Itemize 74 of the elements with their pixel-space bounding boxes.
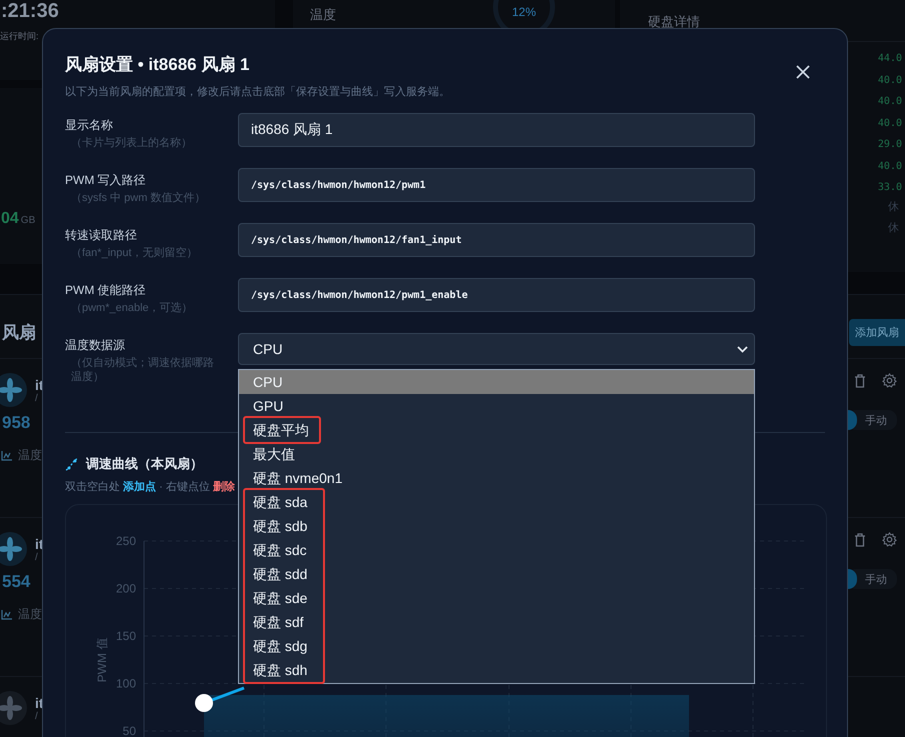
disk-state: 休 [888, 220, 899, 236]
temperature-source-select[interactable]: CPU [238, 333, 755, 365]
path-input[interactable]: /sys/class/hwmon/hwmon12/pwm1 [238, 168, 755, 202]
field-label: 显示名称 [65, 117, 114, 134]
mode-switch[interactable]: 手动 [847, 569, 897, 589]
dropdown-option[interactable]: CPU [239, 370, 754, 394]
field-label: PWM 写入路径 [65, 172, 147, 189]
text-input[interactable]: it8686 风扇 1 [238, 113, 755, 147]
dropdown-option[interactable]: GPU [239, 394, 754, 418]
field-label: PWM 使能路径 [65, 282, 147, 299]
dropdown-option[interactable]: 硬盘 sde [239, 586, 754, 610]
disk-temperature: 40.0 [878, 74, 902, 88]
chevron-icon [737, 346, 748, 352]
dropdown-option[interactable]: 硬盘 sdb [239, 514, 754, 538]
gauge-reading: 12% [512, 5, 536, 19]
chart-icon [1, 450, 13, 460]
disk-temperature: 33.0 [878, 181, 902, 195]
disk-temperature: 40.0 [878, 95, 902, 109]
path-input[interactable]: /sys/class/hwmon/hwmon12/fan1_input [238, 223, 755, 257]
dialog-title: 风扇设置 • it8686 风扇 1 [65, 54, 251, 76]
clock-time: :21:36 [1, 0, 60, 22]
dropdown-option[interactable]: 硬盘 sdh [239, 658, 754, 682]
fan-panel-title: 风扇 [2, 322, 36, 344]
field-hint: （仅自动模式；调速依据哪路温度） [70, 356, 215, 384]
uptime-label: 运行时间: [0, 30, 40, 43]
axis-title: PWM 值 [95, 638, 109, 682]
fan-path: / [35, 392, 39, 404]
dropdown-option[interactable]: 硬盘 sdc [239, 538, 754, 562]
field-hint: （卡片与列表上的名称） [70, 136, 193, 150]
dropdown-option[interactable]: 硬盘 sdd [239, 562, 754, 586]
fan-path: / [35, 710, 39, 722]
curve-title: 调速曲线（本风扇） [86, 455, 203, 473]
memory-unit: GB [20, 215, 36, 226]
dropdown-option[interactable]: 硬盘平均 [239, 418, 754, 442]
field-hint: （fan*_input，无则留空） [70, 246, 199, 260]
temperature-label: 温度 [310, 6, 336, 24]
fan-path: / [35, 552, 39, 562]
curve-icon [65, 458, 78, 470]
disk-temperature: 44.0 [878, 52, 902, 66]
disk-state: 休 [888, 200, 899, 214]
field-hint: （sysfs 中 pwm 数值文件） [70, 191, 206, 205]
field-label: 温度数据源 [65, 337, 126, 354]
dropdown-option[interactable]: 硬盘 sdg [239, 634, 754, 658]
curve-hint: 双击空白处 添加点 · 右键点位 删除 [65, 480, 235, 494]
mode-switch[interactable]: 手动 [847, 410, 897, 430]
temperature-label: 温度 [18, 447, 42, 464]
axis-tick-label: 50 [122, 724, 136, 737]
chart-icon [1, 610, 13, 620]
add-fan-button[interactable]: 添加风扇 [849, 319, 905, 346]
curve-point[interactable] [195, 694, 213, 712]
fan-rpm: 554 [2, 572, 30, 592]
axis-tick-label: 200 [116, 582, 136, 596]
settings-icon[interactable] [882, 373, 897, 388]
dropdown-option[interactable]: 硬盘 nvme0n1 [239, 466, 754, 490]
disk-details-title: 硬盘详情 [648, 13, 701, 31]
settings-icon[interactable] [882, 532, 897, 547]
axis-tick-label: 100 [116, 676, 136, 690]
dialog-subtitle: 以下为当前风扇的配置项，修改后请点击底部「保存设置与曲线」写入服务端。 [65, 84, 450, 99]
fan-rpm: 958 [2, 413, 30, 433]
disk-temperature: 29.0 [878, 138, 902, 152]
trash-icon[interactable] [854, 374, 866, 388]
disk-temperature: 40.0 [878, 116, 902, 130]
field-label: 转速读取路径 [65, 227, 138, 244]
field-hint: （pwm*_enable，可选） [70, 301, 194, 315]
temperature-label: 温度 [18, 606, 42, 623]
dropdown-option[interactable]: 硬盘 sdf [239, 610, 754, 634]
dropdown-option[interactable]: 硬盘 sda [239, 490, 754, 514]
path-input[interactable]: /sys/class/hwmon/hwmon12/pwm1_enable [238, 278, 755, 312]
axis-tick-label: 250 [116, 534, 136, 548]
disk-temperature: 40.0 [878, 160, 902, 174]
memory-value: 04 [1, 210, 19, 228]
axis-tick-label: 150 [116, 629, 136, 643]
dropdown-option[interactable]: 最大值 [239, 442, 754, 466]
trash-icon[interactable] [854, 532, 866, 546]
